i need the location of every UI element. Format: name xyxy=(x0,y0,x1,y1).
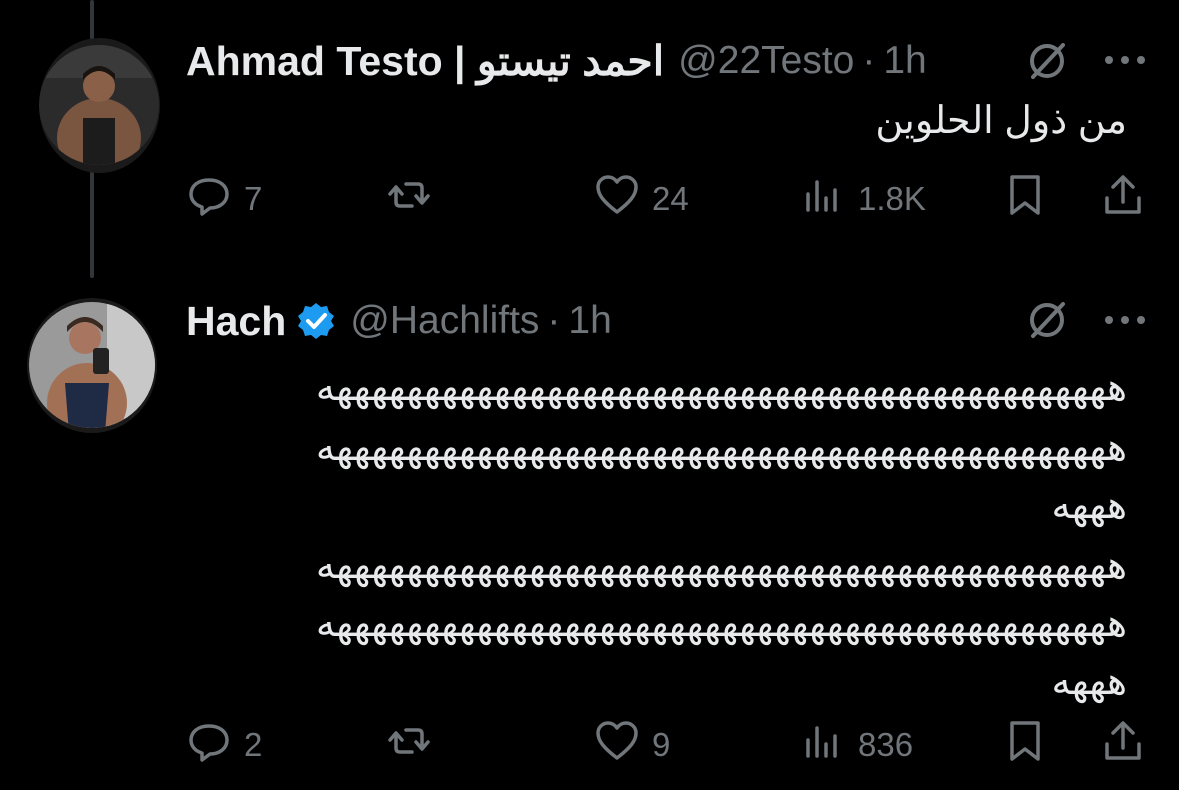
views-icon xyxy=(800,172,846,226)
bookmark-button[interactable] xyxy=(1002,174,1048,224)
like-icon xyxy=(594,172,640,226)
tweet-text-line: هههههههههههههههههههههههههههههههههههههههه… xyxy=(315,543,1127,587)
tweet-text: من ذول الحلوين xyxy=(875,100,1127,142)
timestamp[interactable]: 1h xyxy=(568,299,611,343)
like-count: 9 xyxy=(652,726,671,763)
separator-dot: · xyxy=(547,299,561,342)
share-button[interactable] xyxy=(1100,174,1146,224)
verified-badge-icon xyxy=(296,301,336,341)
repost-icon xyxy=(386,718,432,772)
views-count: 1.8K xyxy=(858,180,926,217)
bookmark-icon xyxy=(1002,172,1048,226)
separator-dot: · xyxy=(862,39,876,82)
reply-count: 7 xyxy=(244,180,263,217)
display-name[interactable]: Hach xyxy=(186,298,286,345)
like-count: 24 xyxy=(652,180,689,217)
display-name[interactable]: Ahmad Testo | احمد تيستو xyxy=(186,37,664,85)
tweet-text-line: هههه xyxy=(1051,483,1127,527)
tweet-header: Hach @Hachlifts · 1h xyxy=(186,296,612,346)
reply-button[interactable]: 2 xyxy=(186,720,262,770)
views-button[interactable]: 1.8K xyxy=(800,174,926,224)
share-icon xyxy=(1100,172,1146,226)
avatar[interactable] xyxy=(27,298,157,433)
timestamp[interactable]: 1h xyxy=(883,39,926,83)
share-button[interactable] xyxy=(1100,720,1146,770)
grok-icon[interactable] xyxy=(1025,298,1069,342)
views-button[interactable]: 836 xyxy=(800,720,913,770)
bookmark-button[interactable] xyxy=(1002,720,1048,770)
share-icon xyxy=(1100,718,1146,772)
avatar[interactable] xyxy=(39,38,160,173)
like-button[interactable]: 24 xyxy=(594,174,689,224)
bookmark-icon xyxy=(1002,718,1048,772)
views-icon xyxy=(800,718,846,772)
reply-button[interactable]: 7 xyxy=(186,174,262,224)
reply-icon xyxy=(186,718,232,772)
tweet-text-line: هههه xyxy=(1051,659,1127,703)
tweet-text-line: هههههههههههههههههههههههههههههههههههههههه… xyxy=(315,365,1127,409)
repost-button[interactable] xyxy=(386,720,432,770)
repost-icon xyxy=(386,172,432,226)
user-handle[interactable]: @22Testo xyxy=(678,39,854,83)
tweet-text-line: هههههههههههههههههههههههههههههههههههههههه… xyxy=(315,601,1127,645)
like-button[interactable]: 9 xyxy=(594,720,670,770)
tweet-text-line: هههههههههههههههههههههههههههههههههههههههه… xyxy=(315,425,1127,469)
reply-count: 2 xyxy=(244,726,263,763)
tweet-actions: 7 24 1.8K xyxy=(186,174,1146,224)
like-icon xyxy=(594,718,640,772)
views-count: 836 xyxy=(858,726,914,763)
more-icon[interactable] xyxy=(1103,50,1147,70)
tweet-actions: 2 9 836 xyxy=(186,720,1146,770)
grok-icon[interactable] xyxy=(1025,39,1069,83)
tweet-header: Ahmad Testo | احمد تيستو @22Testo · 1h xyxy=(186,36,927,86)
reply-icon xyxy=(186,172,232,226)
user-handle[interactable]: @Hachlifts xyxy=(350,299,539,343)
more-icon[interactable] xyxy=(1103,310,1147,330)
repost-button[interactable] xyxy=(386,174,432,224)
